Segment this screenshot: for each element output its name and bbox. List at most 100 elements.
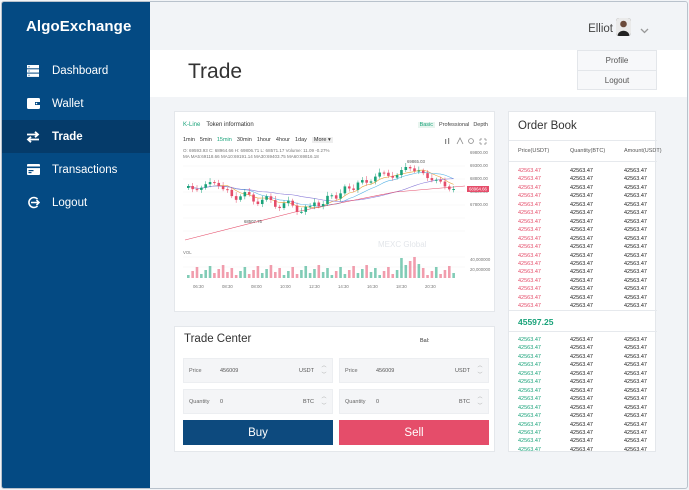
volume-bar	[200, 274, 203, 278]
stepper-arrows-icon[interactable]: ︿ ﹀	[320, 362, 328, 381]
buy-quantity-field[interactable]: Quantity 0 BTC ︿ ﹀	[183, 389, 333, 414]
order-row[interactable]: 42563.47 42563.47 42563.47	[509, 202, 657, 210]
sell-quantity-field[interactable]: Quantity 0 BTC ︿ ﹀	[339, 389, 489, 414]
username[interactable]: Elliot	[588, 23, 613, 35]
sidebar-item-dashboard[interactable]: Dashboard	[2, 54, 150, 87]
buy-button[interactable]: Buy	[183, 420, 333, 445]
volume-bar	[417, 264, 421, 278]
order-row[interactable]: 42563.47 42563.47 42563.47	[509, 371, 657, 379]
order-price: 42563.47	[518, 168, 541, 174]
order-row[interactable]: 42563.47 42563.47 42563.47	[509, 354, 657, 362]
order-row[interactable]: 42563.47 42563.47 42563.47	[509, 219, 657, 227]
order-quantity: 42563.47	[570, 421, 593, 428]
avatar[interactable]	[616, 18, 631, 36]
draw-tool-icon[interactable]	[456, 137, 464, 145]
volume-bar	[326, 268, 329, 278]
field-unit: BTC	[303, 399, 314, 405]
order-row[interactable]: 42563.47 42563.47 42563.47	[509, 345, 657, 353]
order-quantity: 42563.47	[570, 227, 593, 234]
stepper-arrows-icon[interactable]: ︿ ﹀	[476, 362, 484, 381]
order-amount: 42563.47	[624, 210, 647, 217]
candle-body	[287, 200, 290, 204]
field-unit: USDT	[455, 368, 470, 374]
order-amount: 42563.47	[624, 446, 647, 453]
volume-bar	[404, 265, 408, 278]
volume-bar	[430, 271, 434, 278]
order-row[interactable]: 42563.47 42563.47 42563.47	[509, 413, 657, 421]
order-row[interactable]: 42563.47 42563.47 42563.47	[509, 269, 657, 277]
order-row[interactable]: 42563.47 42563.47 42563.47	[509, 176, 657, 184]
volume-bar	[347, 270, 351, 278]
stepper-arrows-icon[interactable]: ︿ ﹀	[476, 393, 484, 412]
buy-price-value[interactable]: 456009	[220, 368, 238, 374]
field-label: Price	[345, 368, 358, 374]
order-row[interactable]: 42563.47 42563.47 42563.47	[509, 185, 657, 193]
order-row[interactable]: 42563.47 42563.47 42563.47	[509, 422, 657, 430]
volume-bar	[317, 265, 321, 278]
sidebar-item-trade[interactable]: Trade	[2, 120, 150, 153]
order-quantity: 42563.47	[570, 379, 593, 386]
order-row[interactable]: 42563.47 42563.47 42563.47	[509, 210, 657, 218]
chevron-down-icon[interactable]	[640, 21, 649, 39]
watermark: MEXC Global	[378, 240, 427, 249]
order-price: 42563.47	[518, 294, 541, 301]
settings-icon[interactable]	[468, 138, 474, 144]
candle-body	[326, 195, 329, 204]
order-price: 42563.47	[518, 193, 541, 200]
order-price: 42563.47	[518, 446, 541, 453]
order-row[interactable]: 42563.47 42563.47 42563.47	[509, 337, 657, 345]
order-row[interactable]: 42563.47 42563.47 42563.47	[509, 396, 657, 404]
order-quantity: 42563.47	[570, 396, 593, 403]
order-amount: 42563.47	[624, 396, 647, 403]
order-quantity: 42563.47	[570, 387, 593, 394]
indicator-icon[interactable]	[445, 138, 450, 144]
sidebar-item-logout[interactable]: Logout	[2, 186, 150, 219]
candle-body	[343, 186, 347, 194]
volume-bar	[226, 272, 229, 278]
buy-price-field[interactable]: Price 456009 USDT ︿ ﹀	[183, 358, 333, 383]
order-row[interactable]: 42563.47 42563.47 42563.47	[509, 295, 657, 303]
order-row[interactable]: 42563.47 42563.47 42563.47	[509, 438, 657, 446]
order-row[interactable]: 42563.47 42563.47 42563.47	[509, 193, 657, 201]
order-row[interactable]: 42563.47 42563.47 42563.47	[509, 286, 657, 294]
menu-item-logout[interactable]: Logout	[578, 70, 656, 89]
order-row[interactable]: 42563.47 42563.47 42563.47	[509, 244, 657, 252]
app-window: AlgoExchange Dashboard Wallet Trade Tran…	[1, 1, 688, 489]
fullscreen-icon[interactable]	[479, 138, 487, 145]
volume-bar	[330, 275, 334, 278]
candlestick-chart[interactable]: MEXC Global 69800.00 69300.00 68800.00 6…	[175, 112, 496, 313]
candle-body	[208, 182, 212, 185]
low-marker: 68507.75	[244, 219, 263, 224]
sidebar-item-wallet[interactable]: Wallet	[2, 87, 150, 120]
stepper-arrows-icon[interactable]: ︿ ﹀	[320, 393, 328, 412]
server-icon	[24, 64, 42, 78]
sell-button[interactable]: Sell	[339, 420, 489, 445]
sidebar-item-transactions[interactable]: Transactions	[2, 153, 150, 186]
price-tick: 69300.00	[470, 163, 489, 168]
order-quantity: 42563.47	[570, 370, 593, 377]
order-row[interactable]: 42563.47 42563.47 42563.47	[509, 430, 657, 438]
order-row[interactable]: 42563.47 42563.47 42563.47	[509, 261, 657, 269]
order-row[interactable]: 42563.47 42563.47 42563.47	[509, 227, 657, 235]
menu-item-profile[interactable]: Profile	[578, 51, 656, 70]
volume-bar	[413, 257, 416, 278]
order-row[interactable]: 42563.47 42563.47 42563.47	[509, 168, 657, 176]
volume-bar	[400, 258, 403, 278]
order-row[interactable]: 42563.47 42563.47 42563.47	[509, 388, 657, 396]
sell-price-field[interactable]: Price 456009 USDT ︿ ﹀	[339, 358, 489, 383]
order-row[interactable]: 42563.47 42563.47 42563.47	[509, 236, 657, 244]
order-row[interactable]: 42563.47 42563.47 42563.47	[509, 253, 657, 261]
volume-bar	[260, 273, 264, 278]
order-row[interactable]: 42563.47 42563.47 42563.47	[509, 278, 657, 286]
sell-price-value[interactable]: 456009	[376, 368, 394, 374]
candle-body	[347, 186, 351, 189]
order-row[interactable]: 42563.47 42563.47 42563.47	[509, 362, 657, 370]
sell-quantity-value[interactable]: 0	[376, 399, 379, 405]
order-row[interactable]: 42563.47 42563.47 42563.47	[509, 379, 657, 387]
candle-body	[239, 196, 242, 200]
trend-line	[184, 185, 466, 241]
candle-body	[313, 202, 316, 207]
buy-quantity-value[interactable]: 0	[220, 399, 223, 405]
order-row[interactable]: 42563.47 42563.47 42563.47	[509, 405, 657, 413]
order-row[interactable]: 42563.47 42563.47 42563.47	[509, 447, 657, 455]
